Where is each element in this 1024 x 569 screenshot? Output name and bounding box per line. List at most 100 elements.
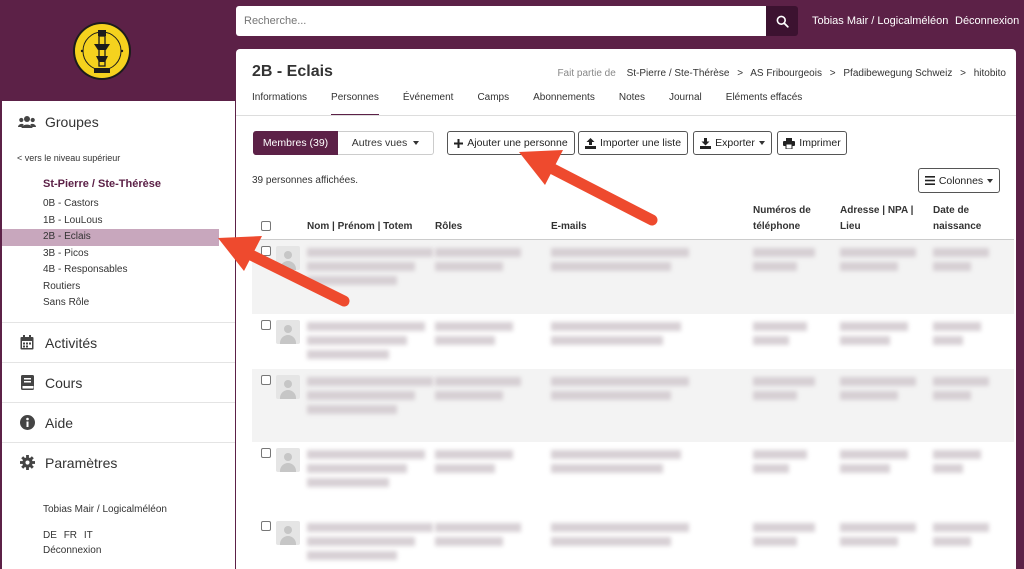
lang-fr[interactable]: FR	[64, 530, 77, 541]
parent-level-link[interactable]: < vers le niveau supérieur	[17, 153, 120, 163]
group-item[interactable]: 1B - LouLous	[2, 213, 235, 230]
footer-logout-link[interactable]: Déconnexion	[43, 545, 235, 556]
redacted-cell	[753, 391, 797, 400]
row-checkbox[interactable]	[261, 246, 271, 256]
tab-abonnements[interactable]: Abonnements	[533, 88, 595, 116]
redacted-cell	[753, 523, 815, 532]
tab-deleted-items[interactable]: Eléments effacés	[726, 88, 803, 116]
group-item[interactable]: Sans Rôle	[2, 295, 235, 312]
breadcrumb-label: Fait partie de	[557, 68, 616, 79]
tab-informations[interactable]: Informations	[252, 88, 307, 116]
export-dropdown[interactable]: Exporter	[693, 131, 772, 155]
table-row[interactable]	[252, 369, 1014, 442]
row-checkbox[interactable]	[261, 448, 271, 458]
col-phones-header[interactable]: Numéros de téléphone	[753, 203, 825, 235]
breadcrumb-item[interactable]: St-Pierre / Ste-Thérèse	[627, 68, 730, 79]
lang-it[interactable]: IT	[84, 530, 93, 541]
redacted-cell	[933, 464, 963, 473]
redacted-cell	[840, 523, 916, 532]
breadcrumb: Fait partie de St-Pierre / Ste-Thérèse >…	[557, 68, 1006, 79]
redacted-cell	[307, 551, 397, 560]
group-item[interactable]: Routiers	[2, 279, 235, 296]
settings-link[interactable]: Paramètres	[2, 443, 235, 482]
redacted-cell	[840, 450, 908, 459]
redacted-cell	[840, 377, 916, 386]
settings-section: Paramètres Tobias Mair / Logicalméléon D…	[2, 443, 235, 556]
avatar	[276, 521, 300, 545]
caret-down-icon	[987, 178, 994, 183]
select-all-checkbox[interactable]	[261, 221, 271, 231]
scout-logo[interactable]	[72, 20, 132, 82]
breadcrumb-separator: >	[960, 68, 966, 79]
col-birthdate-header[interactable]: Date de naissance	[933, 203, 995, 235]
avatar	[276, 375, 300, 399]
group-item[interactable]: 0B - Castors	[2, 196, 235, 213]
lang-de[interactable]: DE	[43, 530, 57, 541]
groups-header[interactable]: Groupes	[2, 101, 235, 143]
calendar-icon	[18, 335, 36, 350]
activities-link[interactable]: Activités	[2, 323, 235, 362]
row-checkbox[interactable]	[261, 375, 271, 385]
row-checkbox[interactable]	[261, 521, 271, 531]
redacted-cell	[753, 248, 815, 257]
tab-journal[interactable]: Journal	[669, 88, 702, 116]
breadcrumb-item[interactable]: hitobito	[974, 68, 1006, 79]
redacted-cell	[551, 464, 663, 473]
redacted-cell	[435, 336, 495, 345]
redacted-cell	[753, 537, 797, 546]
top-user-link[interactable]: Tobias Mair / Logicalméléon	[812, 15, 948, 27]
redacted-cell	[307, 405, 397, 414]
search-box[interactable]	[236, 6, 766, 36]
col-address-header[interactable]: Adresse | NPA | Lieu	[840, 203, 920, 235]
row-checkbox[interactable]	[261, 320, 271, 330]
table-row[interactable]	[252, 314, 1014, 369]
group-title-link[interactable]: St-Pierre / Ste-Thérèse	[43, 178, 161, 190]
table-row[interactable]	[252, 442, 1014, 515]
gear-icon	[18, 455, 36, 470]
tab-camps[interactable]: Camps	[477, 88, 509, 116]
col-roles-header[interactable]: Rôles	[435, 219, 462, 235]
other-views-label: Autres vues	[351, 137, 408, 149]
tab-notes[interactable]: Notes	[619, 88, 645, 116]
search-input[interactable]	[236, 6, 766, 36]
activities-label: Activités	[45, 334, 98, 351]
redacted-cell	[753, 322, 807, 331]
redacted-cell	[307, 377, 433, 386]
footer-user-link[interactable]: Tobias Mair / Logicalméléon	[43, 504, 235, 515]
caret-down-icon	[758, 141, 765, 145]
other-views-dropdown[interactable]: Autres vues	[338, 131, 434, 155]
group-item[interactable]: 3B - Picos	[2, 246, 235, 263]
table-row[interactable]	[252, 240, 1014, 314]
redacted-cell	[307, 350, 389, 359]
breadcrumb-item[interactable]: Pfadibewegung Schweiz	[843, 68, 952, 79]
col-name-header[interactable]: Nom | Prénom | Totem	[307, 219, 412, 235]
table-row[interactable]	[252, 515, 1014, 569]
group-item-active[interactable]: 2B - Eclais	[2, 229, 219, 246]
import-list-button[interactable]: Importer une liste	[578, 131, 688, 155]
redacted-cell	[307, 276, 397, 285]
group-item[interactable]: 4B - Responsables	[2, 262, 235, 279]
courses-section: Cours	[2, 363, 235, 403]
redacted-cell	[753, 464, 789, 473]
members-view-button[interactable]: Membres (39)	[253, 131, 338, 155]
redacted-cell	[435, 377, 521, 386]
redacted-cell	[435, 537, 503, 546]
add-person-button[interactable]: Ajouter une personne	[447, 131, 575, 155]
col-emails-header[interactable]: E-mails	[551, 219, 587, 235]
columns-dropdown[interactable]: Colonnes	[918, 168, 1000, 193]
group-list: 0B - Castors 1B - LouLous 2B - Eclais 3B…	[2, 196, 235, 312]
tab-personnes[interactable]: Personnes	[331, 88, 379, 116]
top-logout-link[interactable]: Déconnexion	[955, 15, 1019, 27]
redacted-cell	[307, 450, 425, 459]
courses-link[interactable]: Cours	[2, 363, 235, 402]
redacted-cell	[435, 523, 521, 532]
redacted-cell	[753, 377, 815, 386]
redacted-cell	[307, 464, 407, 473]
search-button[interactable]	[766, 6, 798, 36]
print-button[interactable]: Imprimer	[777, 131, 847, 155]
activities-section: Activités	[2, 323, 235, 363]
add-person-label: Ajouter une personne	[467, 137, 568, 149]
breadcrumb-item[interactable]: AS Fribourgeois	[750, 68, 822, 79]
tab-evenement[interactable]: Événement	[403, 88, 454, 116]
help-link[interactable]: Aide	[2, 403, 235, 442]
